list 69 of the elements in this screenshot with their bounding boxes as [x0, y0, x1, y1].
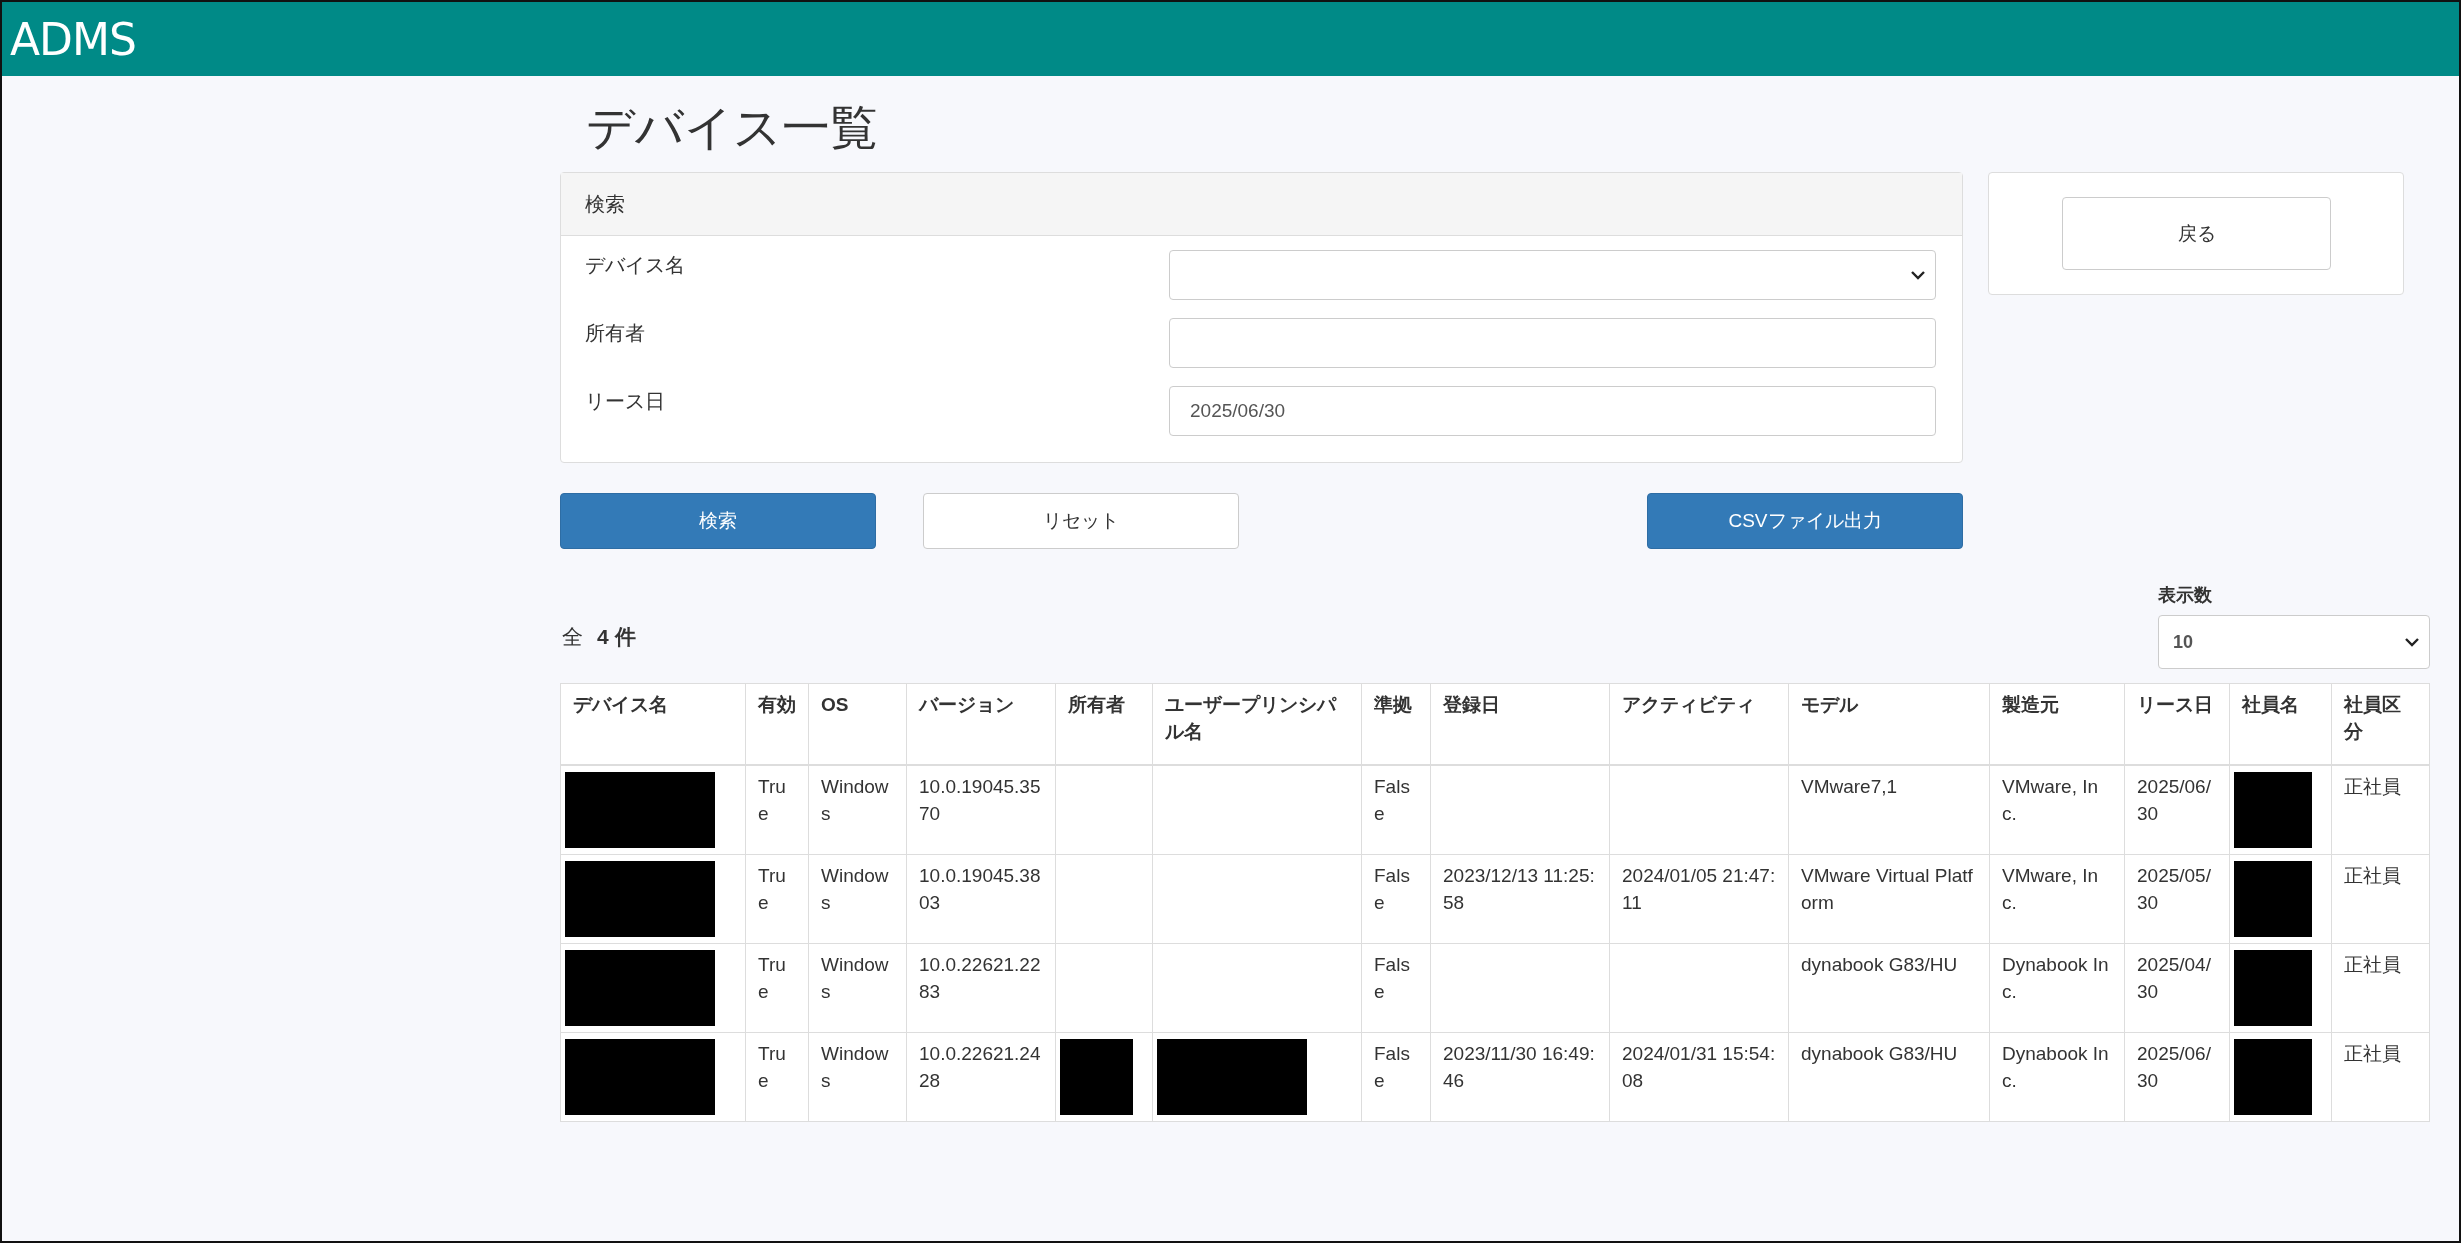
table-cell: VMware Virtual Platform: [1788, 854, 1990, 944]
table-cell: 10.0.19045.3570: [906, 765, 1056, 855]
table-cell: 2025/04/30: [2124, 943, 2230, 1033]
table-cell: False: [1361, 1032, 1431, 1122]
table-cell: Windows: [808, 1032, 907, 1122]
column-header: 社員名: [2229, 683, 2332, 765]
column-header: 社員区分: [2331, 683, 2430, 765]
page-size-label: 表示数: [2158, 584, 2213, 607]
column-header: リース日: [2124, 683, 2230, 765]
table-cell: True: [745, 765, 809, 855]
column-header: バージョン: [906, 683, 1056, 765]
panel-heading: 検索: [561, 173, 1962, 236]
table-cell: False: [1361, 943, 1431, 1033]
table-cell: 正社員: [2331, 1032, 2430, 1122]
table-cell: 正社員: [2331, 765, 2430, 855]
table-cell: False: [1361, 854, 1431, 944]
table-cell: 2023/11/30 16:49:46: [1430, 1032, 1610, 1122]
table-cell: Windows: [808, 943, 907, 1033]
column-header: デバイス名: [560, 683, 746, 765]
page-title: デバイス一覧: [586, 100, 879, 156]
table-cell: Windows: [808, 854, 907, 944]
table-cell: 2025/06/30: [2124, 765, 2230, 855]
column-header: 所有者: [1055, 683, 1153, 765]
column-header: OS: [808, 683, 907, 765]
chevron-down-icon: [2405, 637, 2419, 647]
table-cell: 2023/12/13 11:25:58: [1430, 854, 1610, 944]
table-cell: 2024/01/05 21:47:11: [1609, 854, 1789, 944]
table-cell: 2024/01/31 15:54:08: [1609, 1032, 1789, 1122]
column-header: 有効: [745, 683, 809, 765]
table-cell: Dynabook Inc.: [1989, 943, 2125, 1033]
table-cell: 10.0.22621.2428: [906, 1032, 1056, 1122]
table-cell: VMware, Inc.: [1989, 765, 2125, 855]
table-cell: 10.0.22621.2283: [906, 943, 1056, 1033]
field-label: リース日: [585, 389, 666, 414]
column-header: ユーザープリンシパル名: [1152, 683, 1362, 765]
table-cell: True: [745, 854, 809, 944]
column-header: 準拠: [1361, 683, 1431, 765]
table-cell: False: [1361, 765, 1431, 855]
table-cell: 正社員: [2331, 943, 2430, 1033]
column-header: 製造元: [1989, 683, 2125, 765]
table-cell: 正社員: [2331, 854, 2430, 944]
table-cell: 2025/05/30: [2124, 854, 2230, 944]
input-field[interactable]: [1169, 318, 1936, 368]
column-header: モデル: [1788, 683, 1990, 765]
action-button[interactable]: リセット: [923, 493, 1239, 549]
field-label: 所有者: [585, 321, 646, 346]
table-cell: 10.0.19045.3803: [906, 854, 1056, 944]
app-logo[interactable]: ADMS: [10, 13, 136, 65]
chevron-down-icon: [1911, 270, 1925, 280]
back-button[interactable]: 戻る: [2062, 197, 2331, 270]
table-cell: dynabook G83/HU: [1788, 943, 1990, 1033]
table-cell: Windows: [808, 765, 907, 855]
table-cell: VMware, Inc.: [1989, 854, 2125, 944]
table-cell: 2025/06/30: [2124, 1032, 2230, 1122]
action-button[interactable]: 検索: [560, 493, 876, 549]
dropdown-field[interactable]: [1169, 250, 1936, 300]
column-header: アクティビティ: [1609, 683, 1789, 765]
table-cell: Dynabook Inc.: [1989, 1032, 2125, 1122]
result-count: 4 件: [597, 624, 636, 650]
table-cell: True: [745, 1032, 809, 1122]
action-button[interactable]: CSVファイル出力: [1647, 493, 1963, 549]
page-size-dropdown[interactable]: 10: [2158, 615, 2430, 669]
column-header: 登録日: [1430, 683, 1610, 765]
table-cell: VMware7,1: [1788, 765, 1990, 855]
table-cell: True: [745, 943, 809, 1033]
total-label: 全: [562, 624, 583, 650]
input-field[interactable]: 2025/06/30: [1169, 386, 1936, 436]
table-cell: dynabook G83/HU: [1788, 1032, 1990, 1122]
field-label: デバイス名: [585, 253, 686, 278]
